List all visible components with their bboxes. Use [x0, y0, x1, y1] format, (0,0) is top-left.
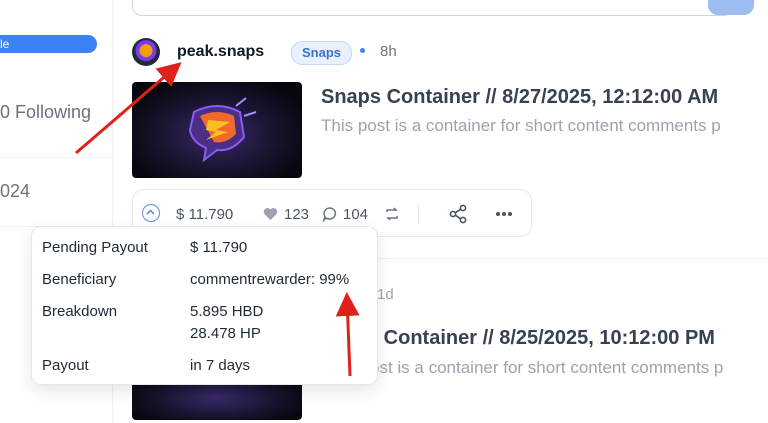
separator-dot	[360, 48, 365, 53]
search-button[interactable]	[708, 0, 754, 15]
tooltip-label: Breakdown	[42, 303, 118, 320]
post-title[interactable]: Snaps Container // 8/27/2025, 12:12:00 A…	[321, 86, 718, 109]
action-divider	[418, 204, 419, 224]
payout-time-value: in 7 days	[190, 357, 251, 374]
tooltip-label: Pending Payout	[42, 239, 148, 256]
pending-payout-value: $ 11.790	[190, 239, 248, 256]
tooltip-label: Payout	[42, 357, 89, 374]
post-excerpt[interactable]: ost is a container for short content com…	[370, 358, 723, 378]
post-time: 8h	[380, 43, 397, 60]
post-title[interactable]: s Container // 8/25/2025, 10:12:00 PM	[367, 327, 715, 350]
upvote-icon[interactable]	[142, 204, 160, 222]
breakdown-hbd-value: 5.895 HBD	[190, 303, 264, 320]
search-bar[interactable]	[132, 0, 734, 16]
post-thumbnail[interactable]	[132, 82, 302, 178]
more-icon[interactable]	[495, 190, 513, 238]
community-tag[interactable]: Snaps	[291, 41, 353, 65]
reblog-icon[interactable]	[384, 190, 400, 238]
post-author[interactable]: peak.snaps	[177, 43, 264, 61]
beneficiary-value: commentrewarder: 99%	[190, 271, 350, 288]
avatar[interactable]	[132, 38, 160, 66]
post-excerpt[interactable]: This post is a container for short conte…	[321, 116, 721, 136]
following-count[interactable]: 0 Following	[0, 102, 91, 123]
sidebar-badge[interactable]: le	[0, 35, 97, 53]
sidebar-divider	[0, 157, 112, 158]
share-icon[interactable]	[448, 190, 468, 238]
breakdown-hp-value: 28.478 HP	[190, 325, 261, 342]
payout-tooltip: Pending Payout $ 11.790 Beneficiary comm…	[31, 226, 378, 385]
tooltip-label: Beneficiary	[42, 271, 117, 288]
joined-date: 024	[0, 181, 31, 201]
post-time: 1d	[377, 286, 394, 303]
